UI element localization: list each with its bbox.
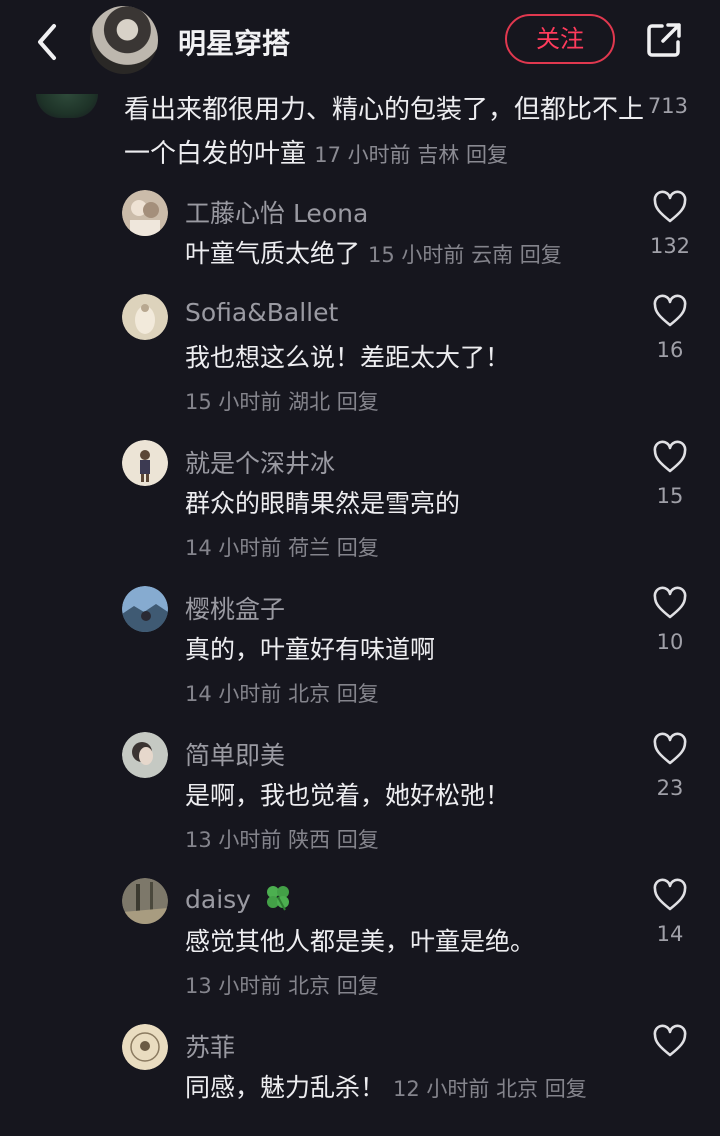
reply-avatar[interactable] (122, 440, 168, 486)
like-count: 14 (656, 922, 684, 946)
heart-icon (653, 586, 687, 619)
reply-text: 同感，魅力乱杀！ (185, 1073, 386, 1102)
comment-like-count: 713 (647, 94, 688, 118)
like-button[interactable] (652, 586, 688, 620)
reply-text-line: 叶童气质太绝了 15 小时前 云南 回复 (185, 234, 645, 270)
four-leaf-clover-icon (266, 886, 289, 911)
reply-text-line: 同感，魅力乱杀！ 12 小时前 北京 回复 (185, 1068, 645, 1104)
reply-avatar[interactable] (122, 878, 168, 924)
reply-avatar[interactable] (122, 1024, 168, 1070)
heart-icon (653, 732, 687, 765)
share-icon (647, 23, 681, 57)
commenter-avatar[interactable] (36, 94, 98, 118)
reply-avatar[interactable] (122, 190, 168, 236)
reply-meta[interactable]: 12 小时前 北京 回复 (393, 1077, 587, 1101)
reply-username[interactable]: 樱桃盒子 (185, 590, 285, 626)
heart-icon (653, 190, 687, 223)
reply-username-text: daisy (185, 885, 251, 914)
reply-text: 叶童气质太绝了 (185, 239, 361, 268)
reply-avatar[interactable] (122, 586, 168, 632)
heart-icon (653, 878, 687, 911)
reply-text: 真的，叶童好有味道啊 (185, 635, 436, 664)
reply-meta[interactable]: 13 小时前 北京 回复 (185, 970, 379, 1000)
reply-meta[interactable]: 14 小时前 北京 回复 (185, 678, 379, 708)
reply-username[interactable]: 就是个深井冰 (185, 444, 335, 480)
like-count: 23 (656, 776, 684, 800)
like-button[interactable] (652, 1024, 688, 1058)
account-name[interactable]: 明星穿搭 (178, 22, 290, 62)
like-button[interactable] (652, 190, 688, 224)
reply-avatar[interactable] (122, 732, 168, 778)
heart-icon (653, 440, 687, 473)
like-count: 15 (656, 484, 684, 508)
like-count: 10 (656, 630, 684, 654)
back-button[interactable] (28, 20, 68, 64)
reply-text: 是啊，我也觉着，她好松弛！ (185, 781, 511, 810)
chevron-left-icon (38, 24, 56, 60)
like-button[interactable] (652, 878, 688, 912)
reply-username[interactable]: 工藤心怡 Leona (185, 194, 368, 230)
follow-button[interactable]: 关注 (505, 14, 615, 64)
reply-meta[interactable]: 15 小时前 云南 回复 (368, 243, 562, 267)
reply-meta[interactable]: 15 小时前 湖北 回复 (185, 386, 379, 416)
comment-body: 看出来都很用力、精心的包装了，但都比不上一个白发的叶童 17 小时前 吉林 回复 (124, 88, 644, 177)
like-count: 16 (656, 338, 684, 362)
account-avatar[interactable] (90, 6, 158, 74)
reply-meta[interactable]: 13 小时前 陕西 回复 (185, 824, 379, 854)
reply-meta[interactable]: 14 小时前 荷兰 回复 (185, 532, 379, 562)
share-button[interactable] (644, 20, 684, 60)
top-bar: 明星穿搭 关注 (0, 0, 720, 86)
reply-avatar[interactable] (122, 294, 168, 340)
reply-text: 感觉其他人都是美，叶童是绝。 (185, 927, 536, 956)
like-count: 132 (649, 234, 691, 258)
like-button[interactable] (652, 440, 688, 474)
heart-icon (653, 1024, 687, 1057)
reply-username[interactable]: daisy (185, 882, 293, 914)
like-button[interactable] (652, 294, 688, 328)
reply-text: 群众的眼睛果然是雪亮的 (185, 489, 461, 518)
comment-meta[interactable]: 17 小时前 吉林 回复 (314, 143, 508, 167)
reply-text: 我也想这么说！差距太大了！ (185, 343, 511, 372)
reply-username[interactable]: 苏菲 (185, 1028, 235, 1064)
reply-username[interactable]: Sofia&Ballet (185, 298, 338, 327)
heart-icon (653, 294, 687, 327)
reply-username[interactable]: 简单即美 (185, 736, 285, 772)
like-button[interactable] (652, 732, 688, 766)
